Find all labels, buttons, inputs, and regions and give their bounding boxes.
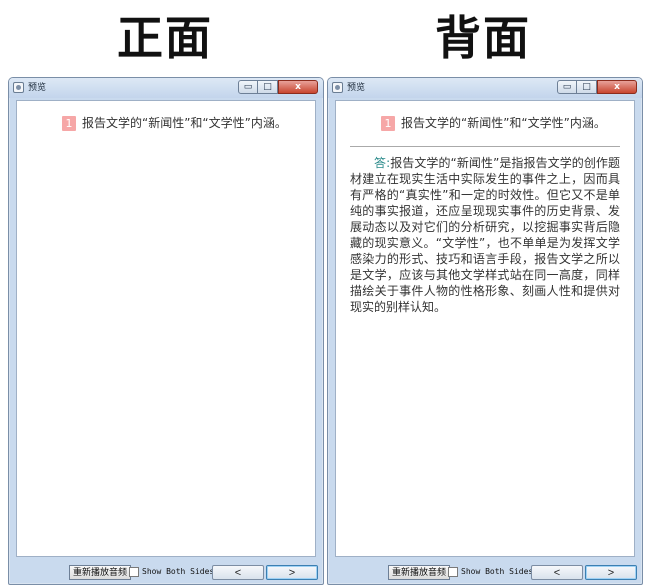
- question-number-badge: 1: [381, 116, 395, 131]
- window-title: 预览: [347, 83, 366, 93]
- question-text: 报告文学的“新闻性”和“文学性”内涵。: [401, 116, 606, 130]
- back-side-heading: 背面: [435, 11, 531, 65]
- prev-button[interactable]: <: [212, 565, 264, 580]
- maximize-button[interactable]: □: [258, 80, 278, 94]
- close-button[interactable]: x: [278, 80, 318, 94]
- title-bar[interactable]: 预览 ▭ □ x: [9, 78, 323, 98]
- card-content-back: 1 报告文学的“新闻性”和“文学性”内涵。 答:报告文学的“新闻性”是指报告文学的…: [335, 100, 635, 557]
- footer-bar-back: 重新播放音频 Show Both Sides < >: [328, 558, 642, 584]
- show-both-sides-checkbox[interactable]: [448, 567, 458, 577]
- prev-button[interactable]: <: [531, 565, 583, 580]
- show-both-sides-checkbox[interactable]: [129, 567, 139, 577]
- next-button[interactable]: >: [266, 565, 318, 580]
- replay-audio-button[interactable]: 重新播放音频: [388, 565, 451, 580]
- question: 1 报告文学的“新闻性”和“文学性”内涵。: [381, 115, 606, 131]
- window-title: 预览: [28, 83, 47, 93]
- minimize-button[interactable]: ▭: [557, 80, 577, 94]
- answer: 答:报告文学的“新闻性”是指报告文学的创作题材建立在现实生活中实际发生的事件之上…: [350, 155, 620, 315]
- preview-window-front: 预览 ▭ □ x 1 报告文学的“新闻性”和“文学性”内涵。 重新播放音频 Sho…: [8, 77, 324, 585]
- app-icon: [332, 82, 343, 93]
- question-number-badge: 1: [62, 116, 76, 131]
- replay-audio-button[interactable]: 重新播放音频: [69, 565, 132, 580]
- answer-text: 报告文学的“新闻性”是指报告文学的创作题材建立在现实生活中实际发生的事件之上，因…: [350, 156, 621, 314]
- front-side-heading: 正面: [117, 11, 213, 65]
- app-icon: [13, 82, 24, 93]
- footer-bar-front: 重新播放音频 Show Both Sides < >: [9, 558, 323, 584]
- title-bar[interactable]: 预览 ▭ □ x: [328, 78, 642, 98]
- minimize-button[interactable]: ▭: [238, 80, 258, 94]
- answer-label: 答:: [374, 156, 391, 170]
- next-button[interactable]: >: [585, 565, 637, 580]
- show-both-sides-label[interactable]: Show Both Sides: [461, 566, 533, 578]
- maximize-button[interactable]: □: [577, 80, 597, 94]
- preview-window-back: 预览 ▭ □ x 1 报告文学的“新闻性”和“文学性”内涵。 答:报告文学的“新闻…: [327, 77, 643, 585]
- question-text: 报告文学的“新闻性”和“文学性”内涵。: [82, 116, 287, 130]
- close-button[interactable]: x: [597, 80, 637, 94]
- divider: [350, 146, 620, 147]
- show-both-sides-label[interactable]: Show Both Sides: [142, 566, 214, 578]
- question: 1 报告文学的“新闻性”和“文学性”内涵。: [62, 115, 287, 131]
- card-content-front: 1 报告文学的“新闻性”和“文学性”内涵。: [16, 100, 316, 557]
